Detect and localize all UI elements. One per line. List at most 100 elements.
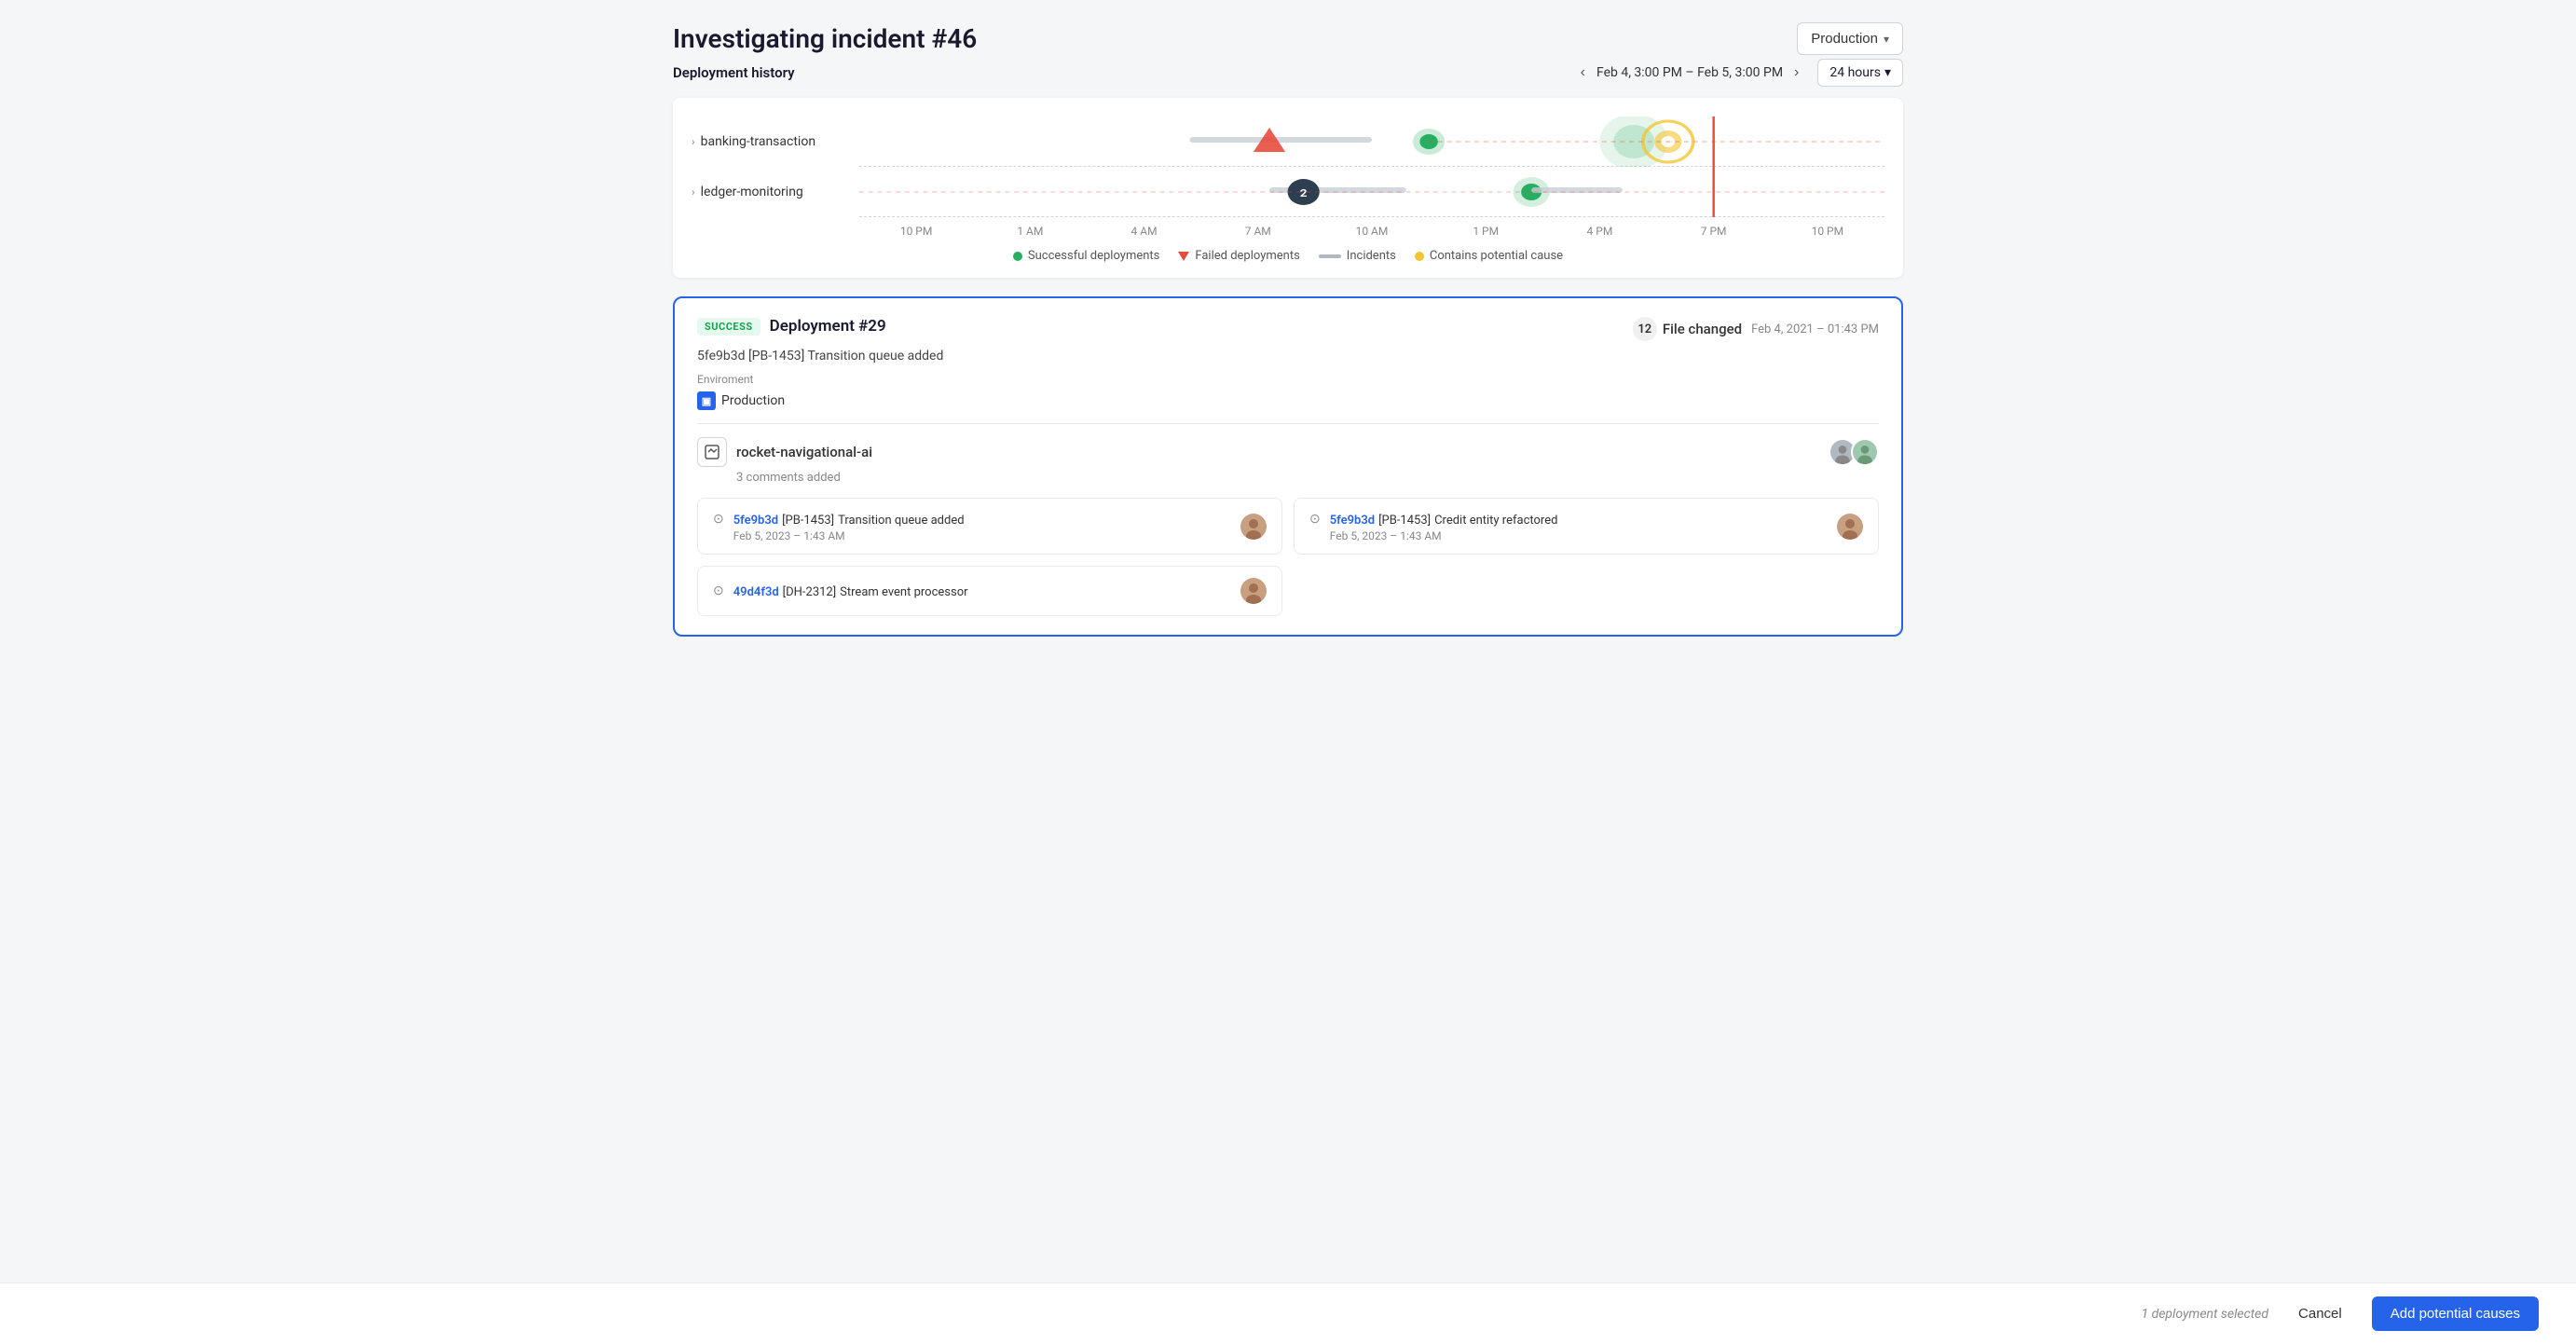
commit-card-left-1: ⊙ 5fe9b3d [PB-1453] Credit entity refact… (1309, 510, 1557, 542)
commit-tag-2: [DH-2312] (783, 585, 837, 599)
commit-date-1: Feb 5, 2023 – 1:43 AM (1330, 529, 1558, 542)
legend-failed: Failed deployments (1178, 249, 1299, 263)
svg-text:2: 2 (1300, 187, 1308, 199)
commit-card-left-2: ⊙ 49d4f3d [DH-2312] Stream event process… (713, 582, 968, 601)
commit-msg-2: Stream event processor (840, 585, 967, 599)
time-label-6: 4 PM (1542, 225, 1656, 238)
legend-successful: Successful deployments (1013, 249, 1159, 263)
chart-row-ledger: › ledger-monitoring 2 (692, 167, 1884, 217)
service-row: rocket-navigational-ai (697, 437, 1879, 467)
commit-avatar-2 (1240, 578, 1267, 604)
commits-grid: ⊙ 5fe9b3d [PB-1453] Transition queue add… (697, 498, 1879, 616)
page-title: Investigating incident #46 (673, 23, 977, 54)
chart-track-banking (859, 117, 1884, 167)
file-count-badge: 12 (1633, 317, 1657, 341)
commit-info-2: 49d4f3d [DH-2312] Stream event processor (733, 582, 968, 601)
service-name: rocket-navigational-ai (736, 444, 872, 460)
legend-label-failed: Failed deployments (1195, 249, 1299, 263)
user-avatars (1829, 438, 1879, 466)
chart-row-banking: › banking-transaction (692, 117, 1884, 167)
environment-selector[interactable]: Production ▾ (1797, 22, 1903, 55)
legend-triangle-failed (1178, 252, 1189, 261)
time-period-selector[interactable]: 24 hours ▾ (1817, 59, 1903, 87)
card-top-right: 12 File changed Feb 4, 2021 – 01:43 PM (1633, 317, 1879, 341)
deployment-date: Feb 4, 2021 – 01:43 PM (1751, 322, 1879, 336)
card-top: SUCCESS Deployment #29 12 File changed F… (697, 317, 1879, 341)
avatar-2 (1851, 438, 1879, 466)
commit-avatar-0 (1240, 514, 1267, 540)
env-icon: ▣ (697, 391, 716, 410)
commit-card-0[interactable]: ⊙ 5fe9b3d [PB-1453] Transition queue add… (697, 498, 1282, 555)
time-label-8: 10 PM (1771, 225, 1884, 238)
time-label-2: 4 AM (1087, 225, 1200, 238)
cancel-button[interactable]: Cancel (2283, 1298, 2357, 1329)
chart-svg-banking (859, 117, 1884, 167)
service-info: rocket-navigational-ai (697, 437, 872, 467)
commit-icon-2: ⊙ (713, 583, 724, 598)
env-name: Production (721, 393, 785, 408)
legend-label-incidents: Incidents (1347, 249, 1396, 263)
legend-potential-cause: Contains potential cause (1415, 249, 1563, 263)
time-period-chevron: ▾ (1884, 65, 1891, 80)
commit-icon-0: ⊙ (713, 512, 724, 527)
commit-hash: 5fe9b3d [PB-1453] Transition queue added (697, 349, 1879, 363)
chart-row-label-banking: › banking-transaction (692, 134, 859, 149)
time-label-5: 1 PM (1429, 225, 1542, 238)
commit-card-1[interactable]: ⊙ 5fe9b3d [PB-1453] Credit entity refact… (1294, 498, 1879, 555)
env-selector-label: Production (1811, 31, 1878, 47)
add-potential-causes-button[interactable]: Add potential causes (2372, 1296, 2539, 1331)
time-range-label: Feb 4, 3:00 PM – Feb 5, 3:00 PM (1596, 65, 1783, 80)
commit-card-2[interactable]: ⊙ 49d4f3d [DH-2312] Stream event process… (697, 566, 1282, 616)
chart-svg-ledger: 2 (859, 167, 1884, 217)
file-changed-label: File changed (1663, 321, 1742, 337)
time-label-7: 7 PM (1657, 225, 1771, 238)
commit-date-0: Feb 5, 2023 – 1:43 AM (733, 529, 965, 542)
chart-row-label-ledger: › ledger-monitoring (692, 185, 859, 199)
legend-incidents: Incidents (1319, 249, 1396, 263)
expand-icon-ledger[interactable]: › (692, 185, 695, 199)
comments-text: 3 comments added (736, 471, 1879, 485)
commit-card-left-0: ⊙ 5fe9b3d [PB-1453] Transition queue add… (713, 510, 965, 542)
chart-legend: Successful deployments Failed deployment… (692, 249, 1884, 263)
commit-hash-0: 5fe9b3d (733, 514, 778, 528)
time-axis: 10 PM 1 AM 4 AM 7 AM 10 AM 1 PM 4 PM 7 P… (859, 217, 1884, 238)
time-label-1: 1 AM (973, 225, 1087, 238)
banking-label: banking-transaction (701, 134, 815, 149)
env-label: Enviroment (697, 373, 1879, 386)
legend-line-incidents (1319, 254, 1341, 258)
bottom-bar: 1 deployment selected Cancel Add potenti… (0, 1282, 2576, 1344)
deployment-name: Deployment #29 (770, 317, 886, 336)
chart-track-ledger: 2 (859, 167, 1884, 217)
time-prev-button[interactable]: ‹ (1577, 62, 1589, 83)
card-top-left: SUCCESS Deployment #29 (697, 317, 886, 336)
legend-label-success: Successful deployments (1028, 249, 1159, 263)
commit-msg-0: Transition queue added (838, 514, 964, 528)
commit-avatar-1 (1837, 514, 1863, 540)
service-icon (697, 437, 727, 467)
time-controls: ‹ Feb 4, 3:00 PM – Feb 5, 3:00 PM › 24 h… (1577, 59, 1903, 87)
status-badge: SUCCESS (697, 318, 760, 336)
legend-dot-success (1013, 252, 1022, 261)
time-label-4: 10 AM (1315, 225, 1429, 238)
section-title: Deployment history (673, 64, 795, 81)
legend-label-potential: Contains potential cause (1430, 249, 1563, 263)
commit-tag-0: [PB-1453] (782, 514, 834, 528)
divider (697, 423, 1879, 424)
commit-icon-1: ⊙ (1309, 512, 1321, 527)
legend-dot-potential (1415, 252, 1424, 261)
chevron-down-icon: ▾ (1884, 33, 1889, 46)
commit-msg-1: Credit entity refactored (1434, 514, 1557, 528)
time-range: ‹ Feb 4, 3:00 PM – Feb 5, 3:00 PM › (1577, 62, 1803, 83)
commit-hash-2: 49d4f3d (733, 585, 779, 599)
time-period-label: 24 hours (1829, 65, 1881, 80)
ledger-label: ledger-monitoring (701, 185, 803, 199)
commit-info-1: 5fe9b3d [PB-1453] Credit entity refactor… (1330, 510, 1558, 542)
time-next-button[interactable]: › (1790, 62, 1802, 83)
commit-hash-1: 5fe9b3d (1330, 514, 1375, 528)
selected-text: 1 deployment selected (2142, 1307, 2269, 1322)
time-label-3: 7 AM (1201, 225, 1315, 238)
commit-info-0: 5fe9b3d [PB-1453] Transition queue added… (733, 510, 965, 542)
commit-tag-1: [PB-1453] (1378, 514, 1431, 528)
expand-icon-banking[interactable]: › (692, 135, 695, 148)
env-tag: ▣ Production (697, 391, 1879, 410)
